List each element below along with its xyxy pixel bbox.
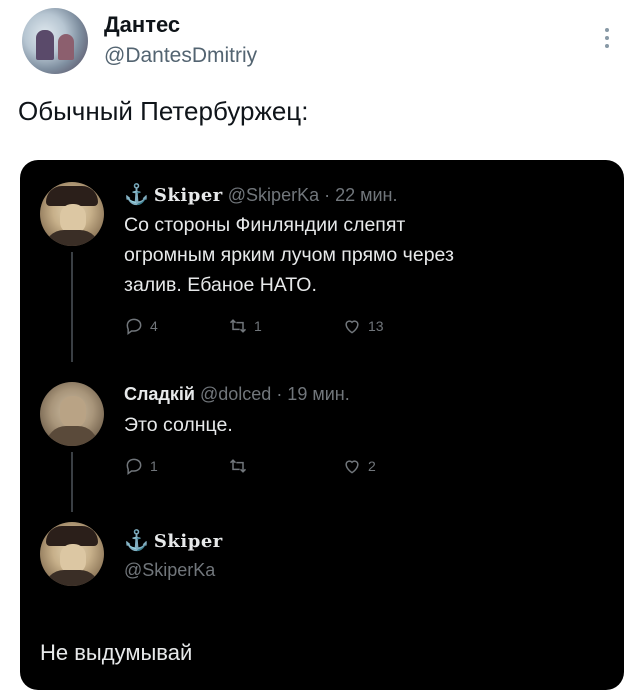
- tweet-3-author[interactable]: Skiper: [154, 531, 223, 552]
- thread-connector: [71, 252, 73, 362]
- tweet-3-text: Не выдумывай: [40, 640, 193, 665]
- tweet-1-handle[interactable]: @SkiperKa: [228, 185, 319, 205]
- reply-button[interactable]: 1: [124, 456, 158, 476]
- tweet-2-handle[interactable]: @dolced: [200, 384, 271, 404]
- sladkiy-avatar[interactable]: [40, 382, 104, 446]
- tweet-1-line: Со стороны Финляндии слепят: [124, 214, 406, 236]
- tweet-2-time: · 19 мин.: [276, 384, 350, 404]
- like-button[interactable]: 13: [342, 316, 384, 336]
- reply-icon: [126, 318, 142, 335]
- skiper-avatar[interactable]: [40, 522, 104, 586]
- like-count: 2: [368, 458, 376, 474]
- reply-icon: [126, 458, 142, 475]
- like-icon: [345, 460, 359, 474]
- tweet-2-author[interactable]: Сладкій: [124, 384, 195, 404]
- tweet-1-text: Со стороны Финляндии слепят огромным ярк…: [124, 210, 454, 300]
- reply-button[interactable]: 4: [124, 316, 158, 336]
- tweet-1-actions: 4 1 13: [124, 316, 424, 342]
- retweet-button[interactable]: 1: [228, 316, 262, 336]
- author-name[interactable]: Дантес: [104, 12, 180, 38]
- avatar-figure: [58, 34, 74, 60]
- tweet-3-handle-line: @SkiperKa: [124, 560, 215, 581]
- tweet-text: Обычный Петербуржец:: [18, 96, 309, 126]
- tweet-2-text: Это солнце.: [124, 414, 233, 436]
- like-button[interactable]: 2: [342, 456, 376, 476]
- tweet-1-time: · 22 мин.: [324, 185, 398, 205]
- thread-connector: [71, 452, 73, 512]
- tweet-3-author-line: ⚓ Skiper: [124, 528, 223, 552]
- retweet-button[interactable]: [228, 456, 254, 476]
- anchor-icon: ⚓: [124, 528, 149, 552]
- author-handle[interactable]: @DantesDmitriy: [104, 44, 257, 68]
- tweet-2-header: Сладкій @dolced · 19 мин.: [124, 384, 350, 405]
- tweet-1-author[interactable]: Skiper: [154, 185, 223, 206]
- retweet-count: 1: [254, 318, 262, 334]
- like-icon: [345, 320, 359, 334]
- tweet-3-handle[interactable]: @SkiperKa: [124, 560, 215, 580]
- more-vertical-icon[interactable]: [604, 28, 610, 52]
- reply-count: 4: [150, 318, 158, 334]
- tweet-1-line: залив. Ебаное НАТО.: [124, 274, 317, 296]
- avatar-figure: [36, 30, 54, 60]
- reply-count: 1: [150, 458, 158, 474]
- skiper-avatar[interactable]: [40, 182, 104, 246]
- retweet-icon: [229, 319, 247, 333]
- retweet-icon: [229, 459, 247, 473]
- author-avatar[interactable]: [22, 8, 88, 74]
- anchor-icon: ⚓: [124, 182, 149, 206]
- tweet-1-line: огромным ярким лучом прямо через: [124, 244, 454, 266]
- tweet-1-header: ⚓ Skiper @SkiperKa · 22 мин.: [124, 182, 398, 206]
- quoted-thread-card: ⚓ Skiper @SkiperKa · 22 мин. Со стороны …: [20, 160, 624, 690]
- like-count: 13: [368, 318, 384, 334]
- tweet-2-actions: 1 2: [124, 456, 424, 482]
